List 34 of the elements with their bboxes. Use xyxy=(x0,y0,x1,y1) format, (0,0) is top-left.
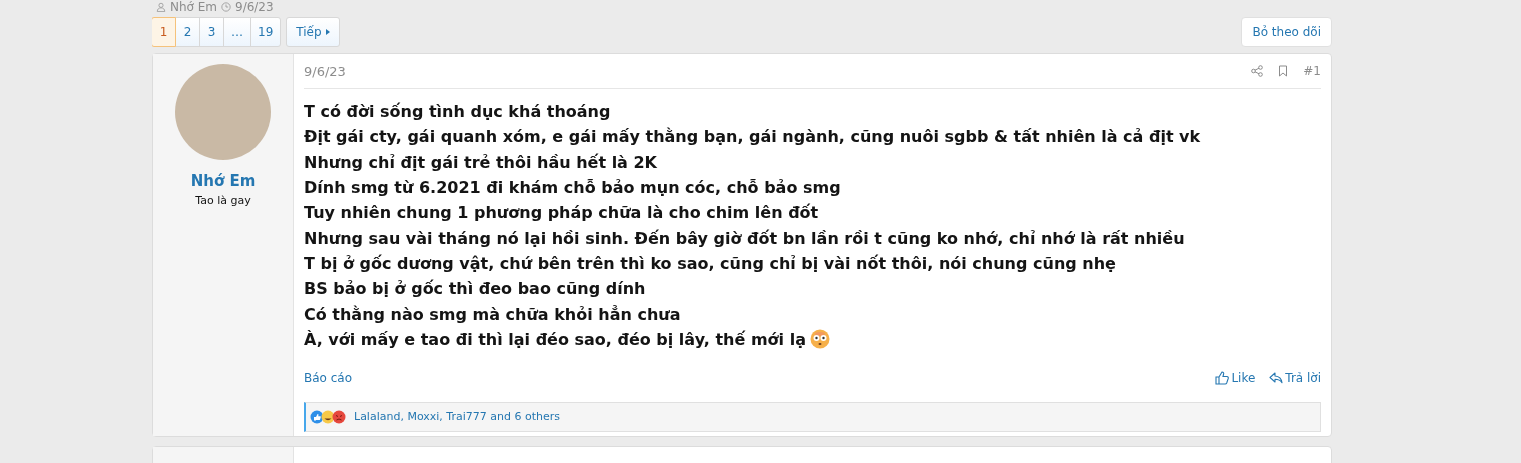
post-text-line: Nhưng chỉ địt gái trẻ thôi hầu hết là 2K xyxy=(304,152,657,172)
page-link[interactable]: 1 xyxy=(152,17,176,47)
post-text-line: Nhưng sau vài tháng nó lại hồi sinh. Đến bây giờ đốt bn lần rồi t cũng ko nhớ, chỉ nhớ là rất nhiều xyxy=(304,228,1185,248)
post-text-line: BS bảo bị ở gốc thì đeo bao cũng dính xyxy=(304,279,646,299)
post-text-line: À, với mấy e tao đi thì lại đéo sao, đéo bị lây, thế mới lạ xyxy=(304,329,806,349)
thumbs-up-icon xyxy=(1215,370,1230,385)
reply-arrow-icon xyxy=(1269,370,1284,385)
post-text-line: T có đời sống tình dục khá thoáng xyxy=(304,102,611,122)
bookmark-icon[interactable] xyxy=(1277,65,1290,77)
unwatch-button[interactable]: Bỏ theo dõi xyxy=(1241,17,1332,47)
user-title: Tao là gay xyxy=(195,194,251,207)
reactions-list[interactable]: Lalaland, Moxxi, Trai777 and 6 others xyxy=(354,410,560,424)
thread-author[interactable]: Nhớ Em xyxy=(170,0,217,14)
reply-button[interactable]: Trả lời xyxy=(1269,370,1321,385)
page-link[interactable]: 19 xyxy=(250,17,282,47)
post-number[interactable]: #1 xyxy=(1303,64,1321,78)
username[interactable]: Nhớ Em xyxy=(190,172,256,190)
user-icon xyxy=(156,2,166,12)
share-icon[interactable] xyxy=(1251,65,1264,77)
page-link[interactable]: 3 xyxy=(199,17,224,47)
post-text-line: Địt gái cty, gái quanh xóm, e gái mấy thằng bạn, gái ngành, cũng nuôi sgbb & tất nhiên là cả địt vk xyxy=(304,127,1201,147)
post-text-line: Dính smg từ 6.2021 đi khám chỗ bảo mụn cóc, chỗ bảo smg xyxy=(304,178,841,198)
post-text-line: Có thằng nào smg mà chữa khỏi hẳn chưa xyxy=(304,304,681,324)
clock-icon xyxy=(221,2,231,12)
report-link[interactable]: Báo cáo xyxy=(304,370,353,385)
caret-icon xyxy=(325,29,330,35)
page-link[interactable]: … xyxy=(223,17,251,47)
next-page-button[interactable]: Tiếp xyxy=(286,17,340,47)
post-text-line: Tuy nhiên chung 1 phương pháp chữa là cho chim lên đốt xyxy=(304,203,819,223)
post-text-line: T bị ở gốc dương vật, chứ bên trên thì ko sao, cũng chỉ bị vài nốt thôi, nói chung cũng nhẹ xyxy=(304,253,1116,273)
thread-date: 9/6/23 xyxy=(235,0,274,14)
like-button[interactable]: Like xyxy=(1215,370,1256,385)
flushed-face-icon xyxy=(809,329,830,350)
post-date[interactable]: 9/6/23 xyxy=(304,63,346,79)
